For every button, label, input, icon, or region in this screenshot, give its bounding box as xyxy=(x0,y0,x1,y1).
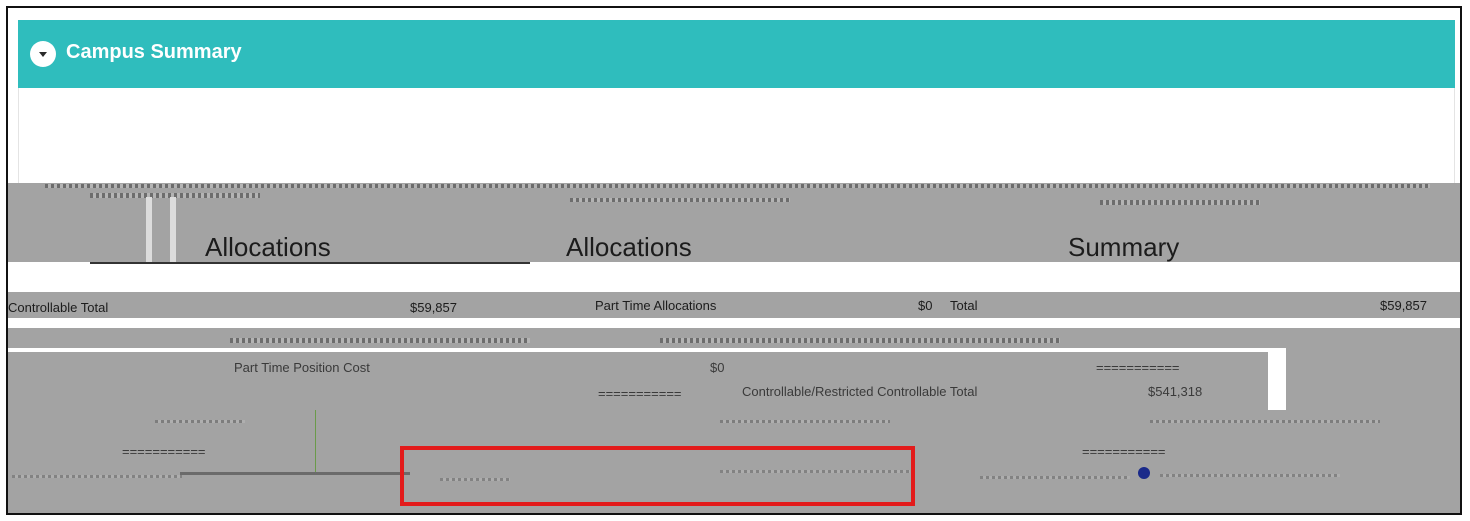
column-divider xyxy=(170,197,176,263)
white-band xyxy=(8,348,1278,352)
garbled-text-line xyxy=(1150,420,1380,423)
part-time-position-cost-value: $0 xyxy=(710,360,725,375)
campus-summary-header[interactable]: Campus Summary xyxy=(18,20,1455,88)
heading-summary: Summary xyxy=(1068,232,1180,262)
panel-title: Campus Summary xyxy=(66,41,242,63)
part-time-allocations-label: Part Time Allocations xyxy=(595,298,717,313)
garbled-text-line xyxy=(45,184,1430,188)
restricted-total-value: $541,318 xyxy=(1148,384,1203,399)
white-band xyxy=(8,318,1460,328)
total-value: $59,857 xyxy=(1380,298,1427,313)
restricted-total-label: Controllable/Restricted Controllable Tot… xyxy=(742,384,978,399)
garbled-text-line xyxy=(570,198,790,202)
part-time-allocations-value: $0 xyxy=(918,298,933,313)
heading-controllable-allocations: Allocations xyxy=(566,232,692,262)
garbled-text-line xyxy=(1160,474,1340,477)
white-band xyxy=(8,262,1460,292)
separator-line: =========== xyxy=(598,386,682,401)
garbled-text-line xyxy=(980,476,1130,479)
chevron-down-icon[interactable] xyxy=(30,41,56,67)
divider-line xyxy=(180,472,410,475)
garbled-text-line xyxy=(230,338,530,343)
garbled-text-line xyxy=(12,475,182,478)
highlight-box xyxy=(400,446,915,506)
garbled-text-line xyxy=(1100,200,1260,205)
column-divider xyxy=(146,197,152,263)
garbled-text-line xyxy=(720,420,890,423)
separator-line: =========== xyxy=(1096,360,1180,375)
column-divider xyxy=(315,410,316,472)
column-divider xyxy=(1268,348,1286,410)
separator-line: =========== xyxy=(122,444,206,459)
heading-part-time-allocations: Allocations xyxy=(205,232,331,262)
controllable-total-label: Controllable Total xyxy=(8,300,109,315)
total-label: Total xyxy=(950,298,978,313)
garbled-text-line xyxy=(155,420,245,423)
heading-underline xyxy=(90,262,530,264)
panel-body xyxy=(18,88,1455,183)
part-time-position-cost-label: Part Time Position Cost xyxy=(234,360,370,375)
garbled-text-line xyxy=(660,338,1060,343)
separator-line: =========== xyxy=(1082,444,1166,459)
controllable-total-value: $59,857 xyxy=(410,300,457,315)
status-dot-icon xyxy=(1138,467,1150,479)
